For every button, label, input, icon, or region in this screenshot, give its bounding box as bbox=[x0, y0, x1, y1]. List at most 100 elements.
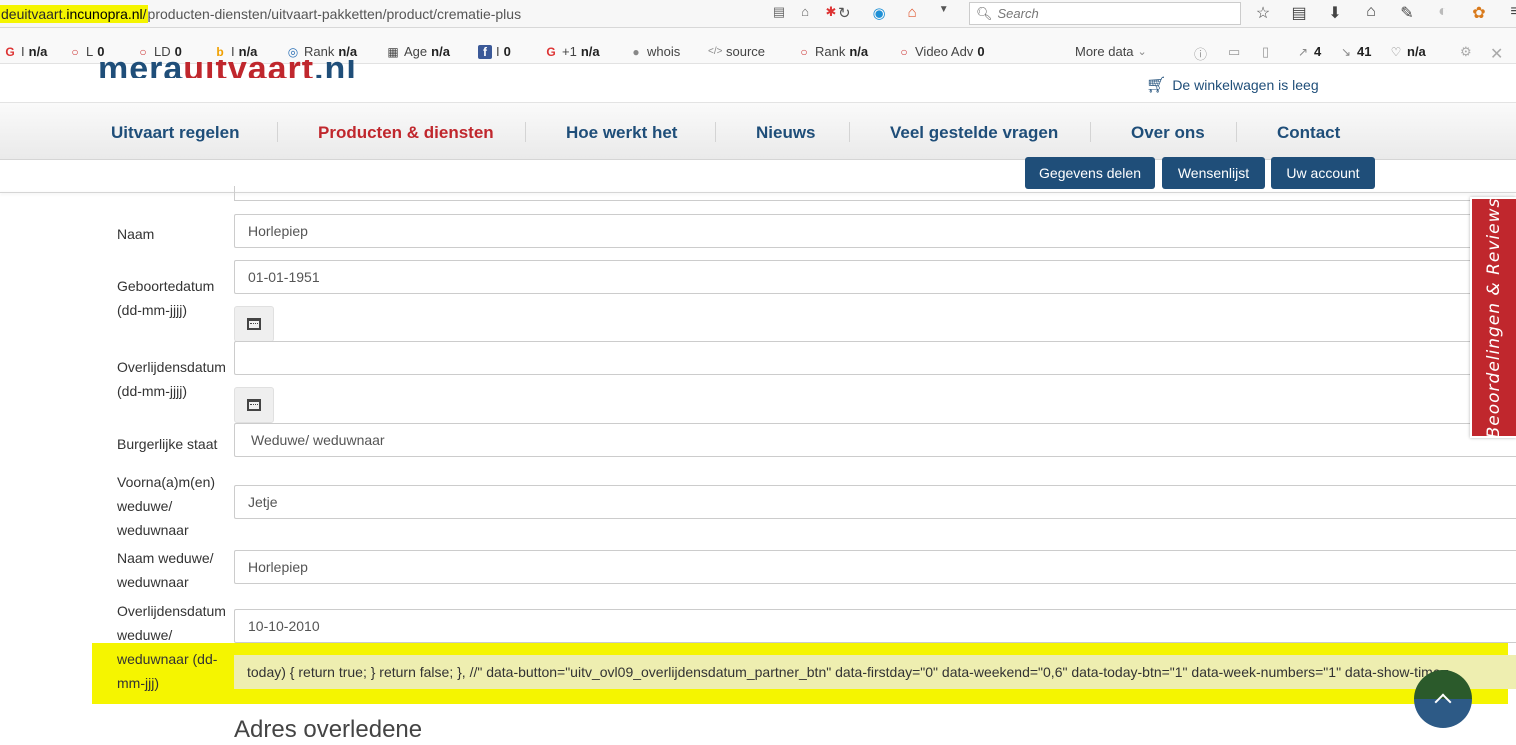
seo-whois[interactable]: ● whois bbox=[629, 44, 680, 59]
share-data-button[interactable]: Gegevens delen bbox=[1025, 157, 1155, 189]
bookmarks-list-icon[interactable]: ▤ bbox=[1288, 3, 1310, 23]
chevron-up-icon bbox=[1434, 693, 1452, 711]
nav-uitvaart-regelen[interactable]: Uitvaart regelen bbox=[111, 123, 240, 143]
cart-status[interactable]: 🛒︎ De winkelwagen is leeg bbox=[1146, 75, 1319, 95]
seo-links[interactable]: ○ L 0 bbox=[68, 44, 104, 59]
info-icon[interactable]: ⓘ bbox=[1194, 44, 1207, 63]
close-icon[interactable]: ✕ bbox=[1490, 44, 1503, 64]
external-link-icon: ↗ bbox=[1297, 44, 1309, 59]
nav-separator bbox=[1090, 122, 1091, 142]
internal-link-icon: ↘ bbox=[1340, 44, 1352, 59]
dropdown-icon[interactable]: ▼ bbox=[939, 4, 949, 22]
wishlist-button[interactable]: Wensenlijst bbox=[1162, 157, 1265, 189]
browser-url-bar: deuitvaart.incunopra.nl/producten-dienst… bbox=[0, 0, 1516, 28]
more-data-dropdown[interactable]: More data ⌄ bbox=[1075, 44, 1147, 59]
naam-weduwe-label: Naam weduwe/ weduwnaar bbox=[117, 550, 214, 590]
burgerlijke-staat-select[interactable]: Weduwe/ weduwnaar bbox=[234, 423, 1516, 457]
reload-icon[interactable]: ↻ bbox=[838, 4, 851, 22]
seo-health[interactable]: ♡ n/a bbox=[1389, 44, 1426, 59]
seo-alexa-rank[interactable]: ◎ Rank n/a bbox=[286, 44, 357, 59]
overlijdensdatum-label: Overlijdensdatum (dd-mm-jjjj) bbox=[117, 359, 226, 399]
heart-icon: ♡ bbox=[1390, 44, 1402, 59]
geboortedatum-label: Geboortedatum (dd-mm-jjjj) bbox=[117, 278, 215, 318]
account-button[interactable]: Uw account bbox=[1271, 157, 1375, 189]
naam-field[interactable]: Horlepiep bbox=[234, 214, 1516, 248]
reader-view-icon[interactable]: ▤ bbox=[770, 4, 788, 20]
search-icon: 🔍︎ bbox=[976, 5, 993, 21]
seo-internal-links[interactable]: ↘ 41 bbox=[1339, 44, 1372, 59]
cart-icon: 🛒︎ bbox=[1146, 77, 1167, 94]
overlijdensdatum-weduwe-field[interactable]: 10-10-2010 bbox=[234, 609, 1516, 643]
seo-google-index[interactable]: G In/a bbox=[3, 44, 47, 59]
nav-contact[interactable]: Contact bbox=[1277, 123, 1340, 143]
nav-producten-diensten[interactable]: Producten & diensten bbox=[318, 123, 494, 143]
nav-separator bbox=[525, 122, 526, 142]
seo-toolbar: G In/a ○ L 0 ○ LD 0 b In/a ◎ Rank n/a ▦ Age n/a fI… bbox=[0, 28, 1516, 64]
eyedropper-icon[interactable]: ✎ bbox=[1396, 3, 1418, 23]
seo-age[interactable]: ▦ Age n/a bbox=[386, 44, 450, 59]
burgerlijke-staat-label: Burgerlijke staat bbox=[117, 436, 218, 452]
nav-separator bbox=[277, 122, 278, 142]
menu-icon[interactable]: ≡ bbox=[1504, 3, 1516, 23]
circle-icon: ○ bbox=[71, 44, 79, 59]
monitor-icon[interactable]: ▭ bbox=[1228, 44, 1240, 60]
nav-separator bbox=[849, 122, 850, 142]
calendar-icon bbox=[247, 399, 261, 411]
voornamen-weduwe-label: Voorna(a)m(en) weduwe/ weduwnaar bbox=[117, 474, 216, 538]
calendar-icon bbox=[247, 318, 261, 330]
site-header: merauitvaart.nl 🛒︎ De winkelwagen is lee… bbox=[0, 60, 1516, 102]
seo-video-adv[interactable]: ○ Video Adv 0 bbox=[897, 44, 984, 59]
seo-facebook[interactable]: fI0 bbox=[478, 44, 511, 59]
nav-separator bbox=[1236, 122, 1237, 142]
home-icon[interactable]: ⌂ bbox=[1360, 3, 1382, 23]
site-logo[interactable]: merauitvaart.nl bbox=[98, 60, 357, 78]
voornamen-weduwe-field[interactable]: Jetje bbox=[234, 485, 1516, 519]
section-title-adres: Adres overledene bbox=[234, 716, 423, 743]
sync-icon[interactable]: ◉ bbox=[873, 4, 886, 22]
home-extension-icon[interactable]: ⌂ bbox=[796, 4, 814, 20]
user-icon: ● bbox=[632, 44, 640, 59]
circle-icon: ○ bbox=[139, 44, 147, 59]
facebook-icon: f bbox=[478, 44, 492, 59]
code-icon: </> bbox=[708, 46, 723, 57]
nav-separator bbox=[715, 122, 716, 142]
overlijdensdatum-calendar-button[interactable] bbox=[234, 387, 274, 423]
overlijdensdatum-weduwe-label: Overlijdensdatum weduwe/ weduwnaar (dd-m… bbox=[117, 603, 226, 691]
nav-icons: ↻ ◉ ⌂ ▼ bbox=[838, 4, 949, 22]
search-input[interactable]: 🔍︎ Search bbox=[969, 2, 1241, 25]
geboortedatum-calendar-button[interactable] bbox=[234, 306, 274, 342]
seo-bing-index[interactable]: b In/a bbox=[213, 44, 257, 59]
leaked-code-text: today) { return true; } return false; },… bbox=[234, 655, 1516, 689]
extension-icon[interactable]: ✿ bbox=[1468, 3, 1490, 23]
naam-label: Naam bbox=[117, 226, 155, 242]
google-plus-icon: G bbox=[546, 44, 556, 59]
seo-external-links[interactable]: ↗ 4 bbox=[1296, 44, 1321, 59]
seo-linking-domains[interactable]: ○ LD 0 bbox=[136, 44, 181, 59]
address-bar-icons: ▤ ⌂ ✱ bbox=[770, 4, 840, 20]
home-colored-icon[interactable]: ⌂ bbox=[908, 4, 917, 22]
partial-field-above[interactable] bbox=[234, 186, 1516, 201]
nav-hoe-werkt-het[interactable]: Hoe werkt het bbox=[566, 123, 677, 143]
nav-veel-gestelde-vragen[interactable]: Veel gestelde vragen bbox=[890, 123, 1058, 143]
seo-source[interactable]: </> source bbox=[708, 44, 765, 59]
gear-icon[interactable]: ⚙ bbox=[1460, 44, 1472, 60]
naam-weduwe-field[interactable]: Horlepiep bbox=[234, 550, 1516, 584]
overlijdensdatum-field[interactable] bbox=[234, 341, 1516, 375]
toolbar-icons: ☆ ▤ ⬇ ⌂ ✎ ◐ ✿ ≡ bbox=[1252, 3, 1516, 23]
nav-over-ons[interactable]: Over ons bbox=[1131, 123, 1205, 143]
circle-icon: ○ bbox=[800, 44, 808, 59]
download-icon[interactable]: ⬇ bbox=[1324, 3, 1346, 23]
main-navigation: Uitvaart regelen Producten & diensten Ho… bbox=[0, 102, 1516, 160]
scroll-to-top-button[interactable] bbox=[1414, 670, 1472, 728]
moon-icon[interactable]: ◐ bbox=[1432, 3, 1454, 23]
geboortedatum-field[interactable]: 01-01-1951 bbox=[234, 260, 1516, 294]
url-path: producten-diensten/uitvaart-pakketten/pr… bbox=[147, 5, 522, 22]
reviews-tab[interactable]: Beoordelingen & Reviews bbox=[1470, 197, 1516, 438]
seo-google-plus[interactable]: G +1 n/a bbox=[544, 44, 599, 59]
bookmark-star-icon[interactable]: ☆ bbox=[1252, 3, 1274, 23]
archive-icon: ▦ bbox=[387, 44, 399, 59]
seo-rank-2[interactable]: ○ Rank n/a bbox=[797, 44, 868, 59]
nav-nieuws[interactable]: Nieuws bbox=[756, 123, 816, 143]
address-field[interactable]: deuitvaart.incunopra.nl/producten-dienst… bbox=[0, 3, 521, 24]
page-icon[interactable]: ▯ bbox=[1262, 44, 1269, 60]
